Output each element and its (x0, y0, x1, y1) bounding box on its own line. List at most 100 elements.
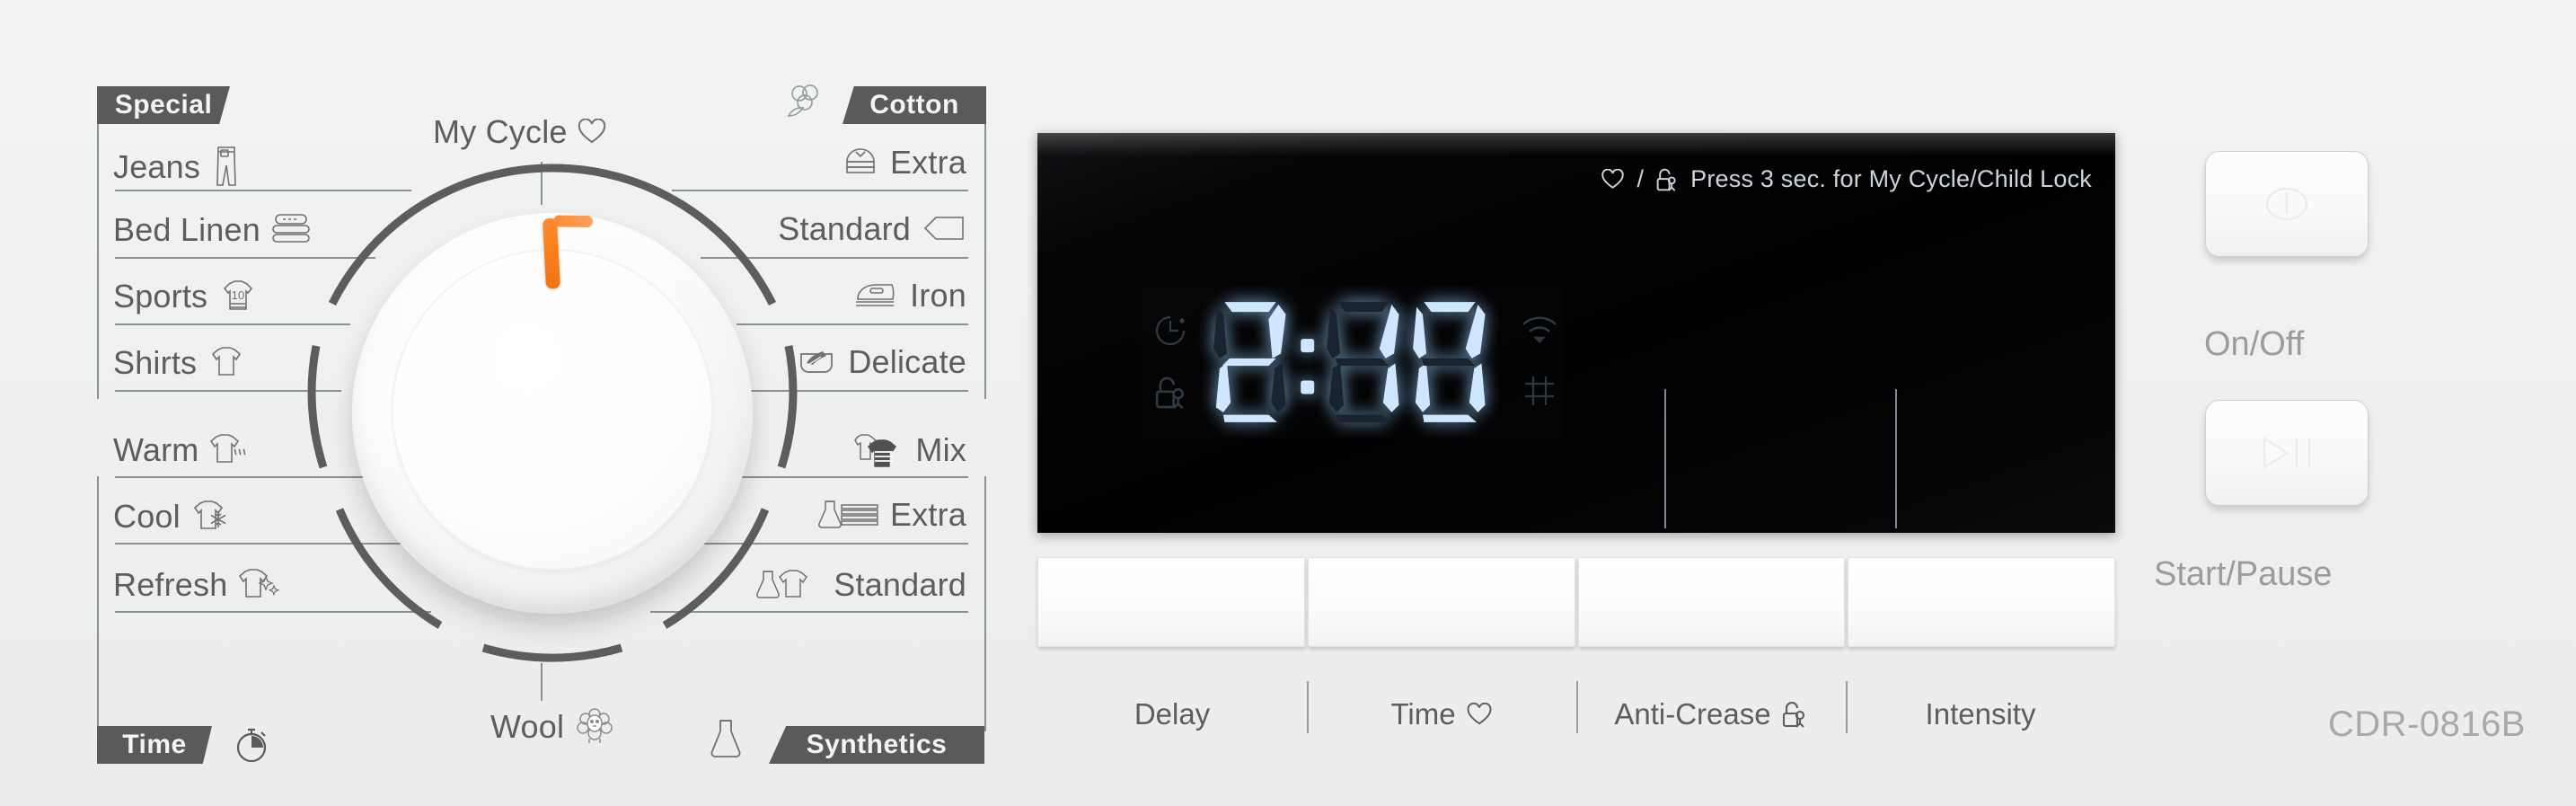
dial-knob[interactable] (352, 213, 753, 614)
program-wool-label: Wool (490, 708, 565, 745)
lcd-colon (1301, 339, 1315, 394)
child-lock-icon (1655, 167, 1679, 192)
svg-text:10: 10 (232, 288, 245, 302)
program-sports[interactable]: Sports 10 (113, 277, 260, 316)
program-cotton-extra-label: Extra (889, 144, 966, 181)
function-button-labels: Delay Time Anti-Crease Intensity (1037, 681, 2115, 737)
tshirt-snowflake-icon (190, 496, 236, 537)
flask-towels-icon (815, 496, 881, 534)
program-my-cycle-label: My Cycle (433, 113, 568, 150)
seven-segment-display (1207, 295, 1493, 430)
time-button-label: Time (1390, 697, 1456, 731)
time-button[interactable] (1307, 557, 1575, 647)
iron-icon (851, 279, 901, 312)
display-divider-2 (1895, 389, 1897, 528)
stopwatch-icon (232, 724, 271, 766)
lcd-right-indicators (1520, 315, 1559, 409)
delay-button[interactable] (1037, 557, 1305, 647)
display-divider-1 (1664, 389, 1666, 528)
power-icon (2261, 178, 2313, 230)
delay-timer-icon (1152, 313, 1188, 349)
left-spine-lower (97, 476, 99, 731)
tshirt-sparkle-icon (236, 564, 283, 606)
delay-button-label: Delay (1134, 697, 1211, 731)
two-shirts-icon (851, 430, 906, 471)
lcd-digit-1 (1213, 302, 1286, 422)
label-separator-1 (1307, 681, 1309, 733)
right-spine-lower (984, 476, 986, 731)
flask-icon (706, 715, 753, 764)
right-spine-upper (984, 124, 986, 399)
heart-icon (1466, 702, 1493, 727)
play-pause-icon (2254, 433, 2320, 473)
program-cool-label: Cool (113, 498, 181, 535)
label-separator-2 (1576, 681, 1578, 733)
function-button-row (1037, 557, 2115, 647)
start-pause-label: Start/Pause (2154, 555, 2333, 593)
program-my-cycle[interactable]: My Cycle (433, 113, 607, 151)
program-shirts-label: Shirts (113, 344, 198, 381)
program-mix-label: Mix (915, 431, 966, 468)
program-refresh[interactable]: Refresh (113, 564, 283, 606)
left-spine-upper (97, 124, 99, 399)
child-lock-icon (1781, 700, 1808, 729)
program-selector-dial[interactable] (296, 157, 808, 669)
model-number: CDR-0816B (2327, 704, 2526, 744)
lcd-left-indicators (1141, 313, 1200, 412)
program-jeans-label: Jeans (113, 148, 201, 185)
group-badge-synthetics-label: Synthetics (806, 730, 948, 759)
group-badge-time-label: Time (122, 730, 187, 759)
group-badge-special-label: Special (114, 90, 213, 120)
intensity-button-label: Intensity (1925, 697, 2036, 731)
on-off-label: On/Off (2204, 325, 2305, 363)
anti-crease-icon (1522, 373, 1557, 409)
lcd-digit-2 (1327, 302, 1399, 422)
anti-crease-button[interactable] (1577, 557, 1846, 647)
program-cotton-iron-label: Iron (910, 277, 966, 314)
tshirt-warm-icon (207, 430, 252, 471)
jeans-icon (209, 144, 245, 190)
sports-jersey-10-icon: 10 (216, 277, 260, 316)
program-cool[interactable]: Cool (113, 496, 236, 537)
child-lock-icon (1152, 374, 1188, 412)
intensity-button[interactable] (1848, 557, 2115, 647)
wifi-icon (1520, 315, 1559, 344)
time-button-label-group: Time (1307, 681, 1576, 737)
display-hint: / Press 3 sec. for My Cycle/Child Lock (1601, 165, 2092, 193)
group-badge-cotton-label: Cotton (869, 90, 959, 120)
dial-knob-face (392, 249, 713, 571)
program-shirts[interactable]: Shirts (113, 343, 247, 383)
lcd-digit-3 (1413, 302, 1486, 422)
program-jeans[interactable]: Jeans (113, 144, 245, 190)
start-pause-button[interactable] (2205, 400, 2369, 506)
program-warm[interactable]: Warm (113, 430, 252, 471)
program-bed-linen[interactable]: Bed Linen (113, 210, 313, 250)
anti-crease-button-label-group: Anti-Crease (1576, 681, 1846, 737)
sheep-icon (573, 706, 616, 748)
program-synth-extra-label: Extra (889, 496, 966, 533)
label-separator-3 (1846, 681, 1848, 733)
program-bed-linen-label: Bed Linen (113, 211, 260, 248)
pillow-icon (920, 214, 966, 244)
tshirt-icon (206, 343, 247, 383)
hint-text: Press 3 sec. for My Cycle/Child Lock (1690, 165, 2092, 192)
group-badge-cotton: Cotton (842, 86, 986, 124)
program-sports-label: Sports (113, 278, 208, 314)
program-refresh-label: Refresh (113, 566, 228, 603)
program-wool[interactable]: Wool (490, 706, 616, 748)
dial-pointer (542, 217, 560, 289)
group-badge-synthetics: Synthetics (769, 726, 984, 764)
control-panel: Special Jeans Bed Linen Sports 10 Shirts… (0, 0, 2576, 806)
program-delicate-label: Delicate (848, 343, 966, 380)
delay-button-label-group: Delay (1037, 692, 1307, 737)
heart-icon (1601, 168, 1625, 190)
intensity-button-label-group: Intensity (1846, 681, 2115, 737)
hint-separator: / (1636, 165, 1645, 192)
group-badge-special: Special (97, 86, 230, 124)
program-warm-label: Warm (113, 431, 199, 468)
on-off-button[interactable] (2205, 151, 2369, 257)
program-synth-standard-label: Standard (834, 566, 966, 603)
lcd-display-panel: / Press 3 sec. for My Cycle/Child Lock (1037, 133, 2115, 533)
heart-icon (577, 119, 607, 146)
lcd-readout (1141, 286, 1563, 438)
